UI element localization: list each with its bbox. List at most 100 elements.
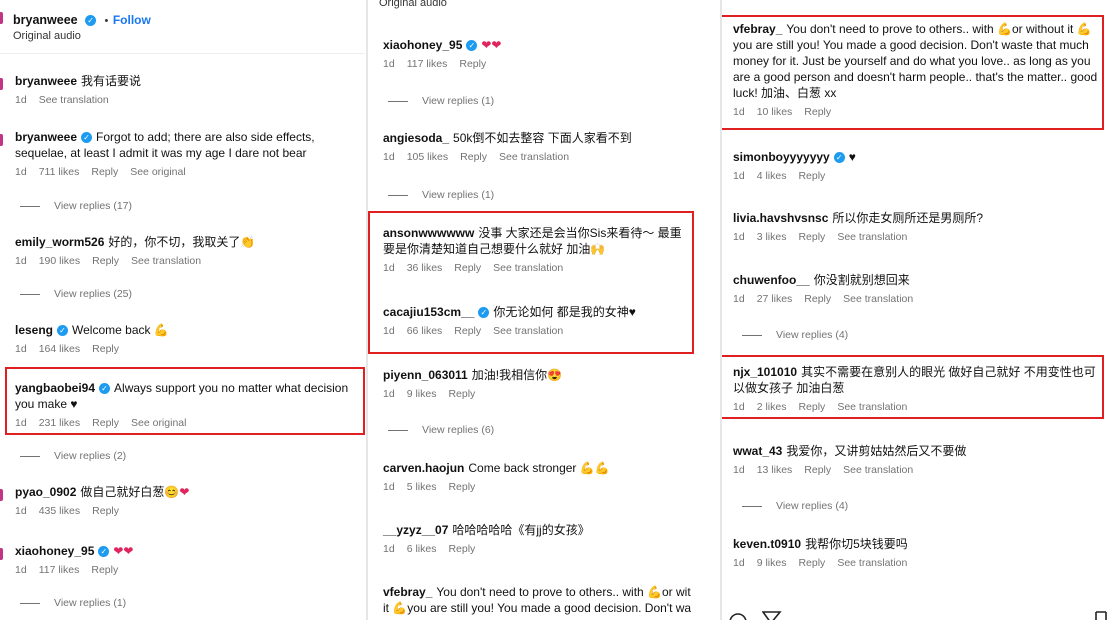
- comment-username[interactable]: vfebray_: [733, 22, 782, 36]
- likes-count[interactable]: 711 likes: [39, 166, 80, 178]
- view-replies-button[interactable]: View replies (17): [20, 200, 132, 212]
- view-replies-button[interactable]: View replies (25): [20, 288, 132, 300]
- see-translation-link[interactable]: See translation: [837, 557, 907, 569]
- comment-username[interactable]: livia.havshvsnsc: [733, 211, 828, 225]
- reply-button[interactable]: Reply: [92, 255, 119, 267]
- comment-username[interactable]: pyao_0902: [15, 485, 76, 499]
- comment-username[interactable]: angiesoda_: [383, 131, 449, 145]
- see-original-link[interactable]: See original: [130, 166, 185, 178]
- see-translation-link[interactable]: See translation: [493, 325, 563, 337]
- reply-button[interactable]: Reply: [454, 262, 481, 274]
- reply-button[interactable]: Reply: [798, 401, 825, 413]
- likes-count[interactable]: 6 likes: [407, 543, 437, 555]
- comment-text: You don't need to prove to others.. with: [786, 22, 994, 36]
- see-translation-link[interactable]: See translation: [39, 94, 109, 106]
- likes-count[interactable]: 105 likes: [407, 151, 448, 163]
- comment: xiaohoney_95 ✓ ❤❤ 1d 117 likes Reply: [0, 543, 365, 576]
- view-replies-button[interactable]: View replies (1): [20, 597, 126, 609]
- comment-text: 所以你走女厕所还是男厕所?: [832, 211, 984, 225]
- comment-username[interactable]: njx_101010: [733, 365, 797, 379]
- verified-badge-icon: ✓: [466, 40, 478, 51]
- likes-count[interactable]: 3 likes: [757, 231, 787, 243]
- comment-time: 1d: [733, 401, 745, 413]
- comment-username[interactable]: leseng: [15, 323, 53, 337]
- comments-panel-right: vfebray_ You don't need to prove to other…: [722, 0, 1110, 620]
- see-translation-link[interactable]: See translation: [837, 401, 907, 413]
- view-replies-button[interactable]: View replies (1): [388, 95, 494, 107]
- comment-username[interactable]: bryanweee: [15, 74, 77, 88]
- likes-count[interactable]: 164 likes: [39, 343, 80, 355]
- comment-username[interactable]: vfebray_: [383, 585, 432, 599]
- likes-count[interactable]: 66 likes: [407, 325, 443, 337]
- see-translation-link[interactable]: See translation: [843, 464, 913, 476]
- comment-username[interactable]: yangbaobei94: [15, 381, 95, 395]
- likes-count[interactable]: 117 likes: [39, 564, 80, 576]
- reply-button[interactable]: Reply: [798, 170, 825, 182]
- reply-button[interactable]: Reply: [92, 343, 119, 355]
- reply-button[interactable]: Reply: [459, 58, 486, 70]
- reply-button[interactable]: Reply: [804, 106, 831, 118]
- comment-username[interactable]: cacajiu153cm__: [383, 305, 474, 319]
- comment-username[interactable]: chuwenfoo__: [733, 273, 810, 287]
- comment-time: 1d: [733, 464, 745, 476]
- reply-button[interactable]: Reply: [798, 231, 825, 243]
- reply-button[interactable]: Reply: [804, 464, 831, 476]
- likes-count[interactable]: 117 likes: [407, 58, 448, 70]
- likes-count[interactable]: 2 likes: [757, 401, 787, 413]
- likes-count[interactable]: 435 likes: [39, 505, 80, 517]
- likes-count[interactable]: 13 likes: [757, 464, 793, 476]
- likes-count[interactable]: 4 likes: [757, 170, 787, 182]
- likes-count[interactable]: 190 likes: [39, 255, 80, 267]
- see-translation-link[interactable]: See translation: [499, 151, 569, 163]
- comment: leseng ✓ Welcome back 💪 1d 164 likes Reply: [0, 322, 365, 355]
- reply-button[interactable]: Reply: [91, 564, 118, 576]
- post-author[interactable]: bryanweee: [13, 13, 78, 27]
- reply-button[interactable]: Reply: [804, 293, 831, 305]
- reply-button[interactable]: Reply: [448, 481, 475, 493]
- see-translation-link[interactable]: See translation: [837, 231, 907, 243]
- reply-button[interactable]: Reply: [798, 557, 825, 569]
- view-replies-button[interactable]: View replies (4): [742, 500, 848, 512]
- view-replies-button[interactable]: View replies (6): [388, 424, 494, 436]
- reply-button[interactable]: Reply: [92, 505, 119, 517]
- comment: ansonwwwwww 没事 大家还是会当你Sis来看待～ 最重要是你清楚知道自己…: [368, 225, 720, 274]
- view-replies-button[interactable]: View replies (4): [742, 329, 848, 341]
- comment-username[interactable]: ansonwwwwww: [383, 226, 474, 240]
- see-translation-link[interactable]: See translation: [843, 293, 913, 305]
- audio-label[interactable]: Original audio: [13, 30, 81, 42]
- reply-button[interactable]: Reply: [454, 325, 481, 337]
- view-replies-button[interactable]: View replies (1): [388, 189, 494, 201]
- comment-username[interactable]: emily_worm526: [15, 235, 104, 249]
- bookmark-icon[interactable]: [1094, 610, 1108, 620]
- reply-button[interactable]: Reply: [91, 166, 118, 178]
- comment-username[interactable]: xiaohoney_95: [383, 38, 462, 52]
- follow-button[interactable]: Follow: [113, 13, 151, 27]
- likes-count[interactable]: 5 likes: [407, 481, 437, 493]
- comment-username[interactable]: carven.haojun: [383, 461, 464, 475]
- comment-username[interactable]: __yzyz__07: [383, 523, 448, 537]
- reply-button[interactable]: Reply: [448, 388, 475, 400]
- comment-username[interactable]: keven.t0910: [733, 537, 801, 551]
- reply-button[interactable]: Reply: [448, 543, 475, 555]
- likes-count[interactable]: 9 likes: [407, 388, 437, 400]
- comment-bubble-icon[interactable]: [728, 610, 748, 620]
- comment-username[interactable]: piyenn_063011: [383, 368, 468, 382]
- comment-username[interactable]: xiaohoney_95: [15, 544, 94, 558]
- share-icon[interactable]: [762, 610, 782, 620]
- audio-label[interactable]: Original audio: [379, 0, 447, 9]
- view-replies-button[interactable]: View replies (2): [20, 450, 126, 462]
- likes-count[interactable]: 231 likes: [39, 417, 80, 429]
- comment-username[interactable]: bryanweee: [15, 130, 77, 144]
- comment-username[interactable]: wwat_43: [733, 444, 782, 458]
- likes-count[interactable]: 9 likes: [757, 557, 787, 569]
- likes-count[interactable]: 27 likes: [757, 293, 793, 305]
- see-translation-link[interactable]: See translation: [493, 262, 563, 274]
- praying-hands-emoji: 🙌: [590, 242, 606, 256]
- reply-button[interactable]: Reply: [460, 151, 487, 163]
- see-original-link[interactable]: See original: [131, 417, 186, 429]
- reply-button[interactable]: Reply: [92, 417, 119, 429]
- likes-count[interactable]: 10 likes: [757, 106, 793, 118]
- likes-count[interactable]: 36 likes: [407, 262, 443, 274]
- comment-username[interactable]: simonboyyyyyyy: [733, 150, 830, 164]
- see-translation-link[interactable]: See translation: [131, 255, 201, 267]
